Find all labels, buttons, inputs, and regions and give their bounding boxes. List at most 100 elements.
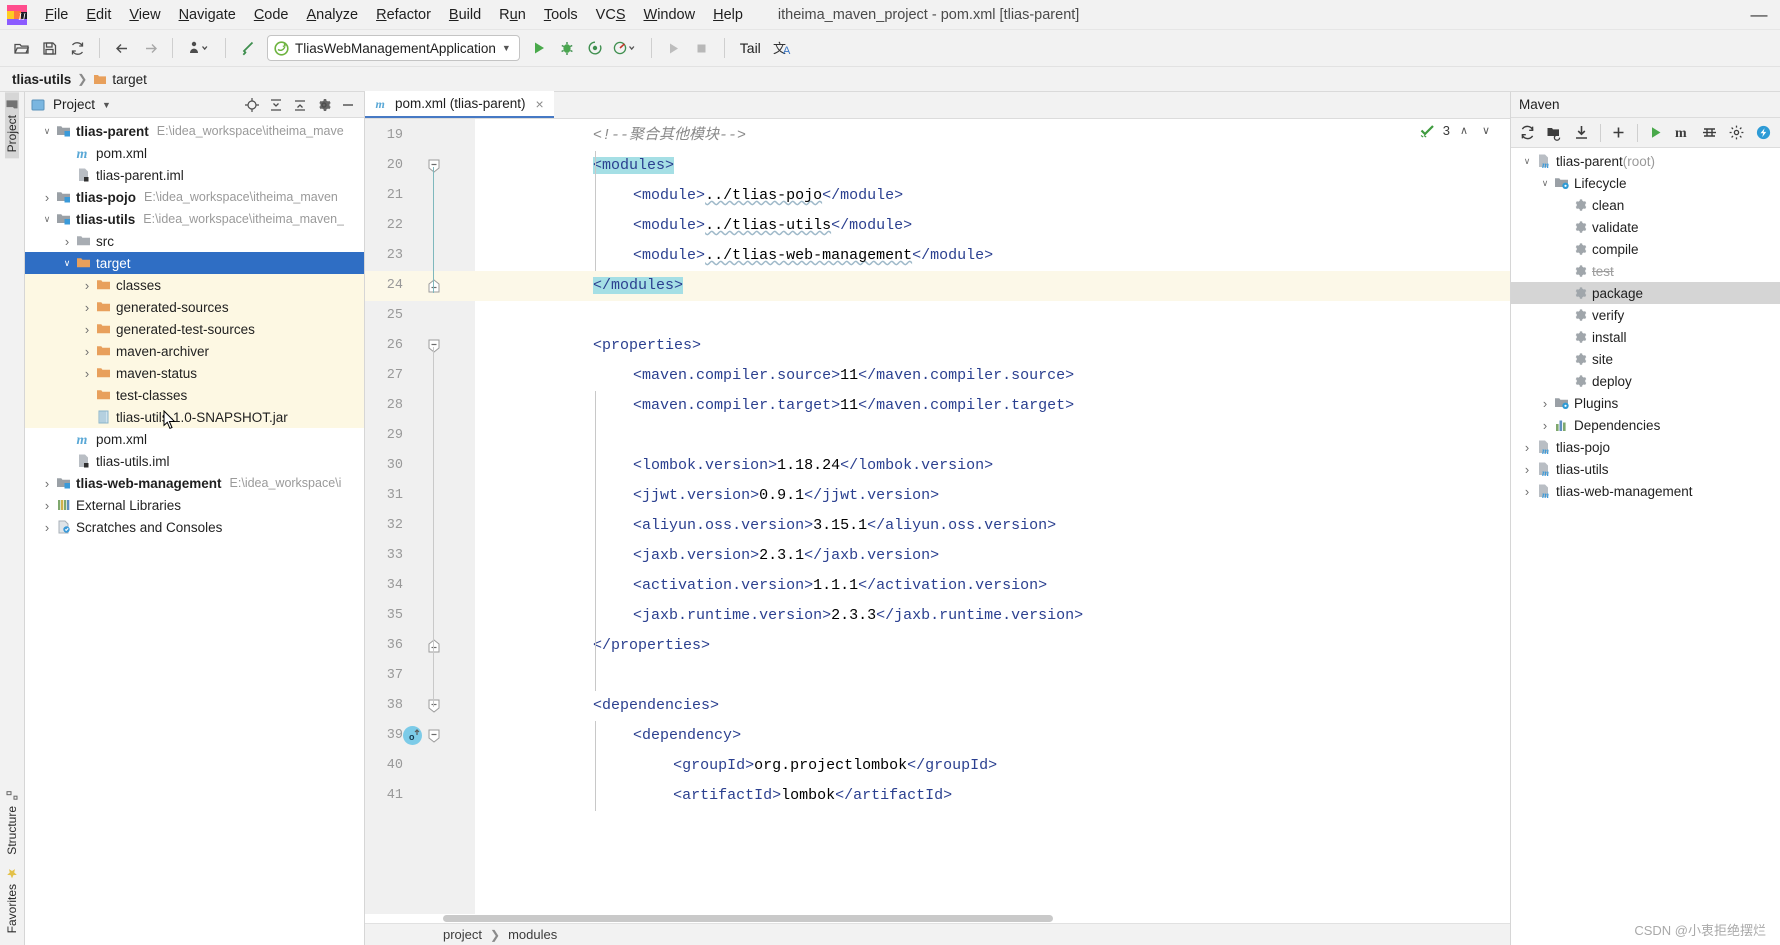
- navigate-back-icon[interactable]: [109, 35, 135, 61]
- maven-row-tlias-web-management[interactable]: › m tlias-web-management: [1511, 480, 1780, 502]
- maven-row-lifecycle[interactable]: ∨ Lifecycle: [1511, 172, 1780, 194]
- fold-close-icon[interactable]: [427, 631, 441, 661]
- chevron-right-icon[interactable]: ›: [1537, 414, 1553, 436]
- menu-item-vcs[interactable]: VCS: [587, 4, 635, 26]
- chevron-down-icon[interactable]: ∨: [1519, 150, 1535, 172]
- menu-item-window[interactable]: Window: [635, 4, 705, 26]
- chevron-right-icon[interactable]: ›: [39, 186, 55, 208]
- chevron-down-icon[interactable]: ∨: [1537, 172, 1553, 194]
- chevron-right-icon[interactable]: ›: [1519, 480, 1535, 502]
- profiler-button[interactable]: [610, 35, 642, 61]
- run-button[interactable]: [526, 35, 552, 61]
- build-hammer-icon[interactable]: [235, 35, 261, 61]
- chevron-down-icon[interactable]: ∨: [59, 252, 75, 274]
- chevron-right-icon[interactable]: ›: [39, 472, 55, 494]
- settings-gear-icon[interactable]: [313, 94, 334, 115]
- editor-tab-pom-xml[interactable]: m pom.xml (tlias-parent) ×: [365, 91, 554, 118]
- tree-row-maven-status[interactable]: › maven-status: [25, 362, 364, 384]
- execute-goal-icon[interactable]: m: [1669, 121, 1695, 145]
- menu-item-edit[interactable]: Edit: [77, 4, 120, 26]
- chevron-down-icon[interactable]: ∨: [39, 120, 55, 142]
- tree-row-tlias-utils-1-0-snapshot-jar[interactable]: tlias-utils-1.0-SNAPSHOT.jar: [25, 406, 364, 428]
- menu-item-code[interactable]: Code: [245, 4, 298, 26]
- hide-panel-icon[interactable]: [337, 94, 358, 115]
- settings-icon[interactable]: [1723, 121, 1749, 145]
- maven-row-plugins[interactable]: › Plugins: [1511, 392, 1780, 414]
- chevron-right-icon[interactable]: ›: [39, 516, 55, 538]
- tree-row-external-libraries[interactable]: › External Libraries: [25, 494, 364, 516]
- expand-all-icon[interactable]: [265, 94, 286, 115]
- chevron-right-icon[interactable]: ›: [59, 230, 75, 252]
- maven-row-tlias-parent[interactable]: ∨ m tlias-parent (root): [1511, 150, 1780, 172]
- collapse-all-icon[interactable]: [289, 94, 310, 115]
- menu-item-analyze[interactable]: Analyze: [298, 4, 368, 26]
- maven-row-test[interactable]: test: [1511, 260, 1780, 282]
- tree-row-generated-sources[interactable]: › generated-sources: [25, 296, 364, 318]
- editor-gutter[interactable]: 19 20 21 22 23 24 25 26 27 28 29 30 31 32 33 34 35 36 37 38…: [365, 119, 475, 923]
- maven-row-install[interactable]: install: [1511, 326, 1780, 348]
- chevron-down-icon[interactable]: ∨: [1478, 124, 1494, 137]
- tree-row-classes[interactable]: › classes: [25, 274, 364, 296]
- override-o-icon[interactable]: o: [403, 726, 422, 745]
- rerun-button[interactable]: [661, 35, 687, 61]
- navigate-forward-icon[interactable]: [137, 35, 163, 61]
- menu-item-navigate[interactable]: Navigate: [170, 4, 245, 26]
- tail-button[interactable]: Tail: [734, 40, 767, 56]
- chevron-right-icon[interactable]: ›: [79, 274, 95, 296]
- minimize-button[interactable]: —: [1748, 4, 1770, 26]
- chevron-down-icon[interactable]: ▼: [102, 100, 111, 110]
- inspection-widget[interactable]: 3 ∧ ∨: [1420, 123, 1494, 138]
- fold-open-icon[interactable]: [427, 331, 441, 361]
- maven-row-validate[interactable]: validate: [1511, 216, 1780, 238]
- rail-button-project[interactable]: Project: [5, 92, 19, 159]
- breadcrumb-project[interactable]: project: [443, 927, 482, 942]
- maven-row-package[interactable]: package: [1511, 282, 1780, 304]
- add-icon[interactable]: [1606, 121, 1632, 145]
- menu-item-refactor[interactable]: Refactor: [367, 4, 440, 26]
- stop-button[interactable]: [689, 35, 715, 61]
- maven-goal-tree[interactable]: ∨ m tlias-parent (root) ∨ Lifecycle clean vali…: [1511, 148, 1780, 945]
- fold-open-icon[interactable]: [427, 691, 441, 721]
- chevron-right-icon[interactable]: ›: [79, 362, 95, 384]
- tree-row-scratches-and-consoles[interactable]: › Scratches and Consoles: [25, 516, 364, 538]
- maven-row-site[interactable]: site: [1511, 348, 1780, 370]
- menu-item-view[interactable]: View: [120, 4, 169, 26]
- tree-row-src[interactable]: › src: [25, 230, 364, 252]
- chevron-up-icon[interactable]: ∧: [1456, 124, 1472, 137]
- rail-button-favorites[interactable]: Favorites: [5, 861, 19, 939]
- tree-row-tlias-pojo[interactable]: › tlias-pojo E:\idea_workspace\itheima_mav…: [25, 186, 364, 208]
- menu-item-run[interactable]: Run: [490, 4, 535, 26]
- tree-row-tlias-parent[interactable]: ∨ tlias-parent E:\idea_workspace\itheima_m…: [25, 120, 364, 142]
- debug-button[interactable]: [554, 35, 580, 61]
- maven-row-clean[interactable]: clean: [1511, 194, 1780, 216]
- code-text-area[interactable]: <!--聚合其他模块--> <modules> <module>../tlias-p…: [475, 119, 1510, 923]
- tree-row-tlias-parent-iml[interactable]: tlias-parent.iml: [25, 164, 364, 186]
- tree-row-tlias-web-management[interactable]: › tlias-web-management E:\idea_workspace\i: [25, 472, 364, 494]
- code-editor[interactable]: 19 20 21 22 23 24 25 26 27 28 29 30 31 32 33 34 35 36 37 38…: [365, 119, 1510, 923]
- generate-sources-icon[interactable]: [1542, 121, 1568, 145]
- menu-item-file[interactable]: File: [36, 4, 77, 26]
- breadcrumb-item-module[interactable]: tlias-utils: [12, 72, 71, 87]
- chevron-right-icon[interactable]: ›: [79, 296, 95, 318]
- breadcrumb-modules[interactable]: modules: [508, 927, 557, 942]
- editor-horizontal-scrollbar[interactable]: [365, 914, 1510, 923]
- maven-row-deploy[interactable]: deploy: [1511, 370, 1780, 392]
- download-sources-icon[interactable]: [1569, 121, 1595, 145]
- chevron-right-icon[interactable]: ›: [79, 318, 95, 340]
- fold-open-icon[interactable]: [427, 151, 441, 181]
- maven-row-tlias-utils[interactable]: › m tlias-utils: [1511, 458, 1780, 480]
- translate-icon[interactable]: 文 A: [769, 35, 799, 61]
- menu-item-help[interactable]: Help: [704, 4, 752, 26]
- chevron-right-icon[interactable]: ›: [1519, 436, 1535, 458]
- reload-all-icon[interactable]: [1515, 121, 1541, 145]
- menu-item-tools[interactable]: Tools: [535, 4, 587, 26]
- tree-row-maven-archiver[interactable]: › maven-archiver: [25, 340, 364, 362]
- chevron-down-icon[interactable]: ∨: [39, 208, 55, 230]
- profiler-dropdown-icon[interactable]: [182, 35, 216, 61]
- maven-row-dependencies[interactable]: › Dependencies: [1511, 414, 1780, 436]
- tree-row-pom-xml[interactable]: m pom.xml: [25, 428, 364, 450]
- sync-icon[interactable]: [64, 35, 90, 61]
- chevron-right-icon[interactable]: ›: [79, 340, 95, 362]
- maven-row-tlias-pojo[interactable]: › m tlias-pojo: [1511, 436, 1780, 458]
- maven-row-verify[interactable]: verify: [1511, 304, 1780, 326]
